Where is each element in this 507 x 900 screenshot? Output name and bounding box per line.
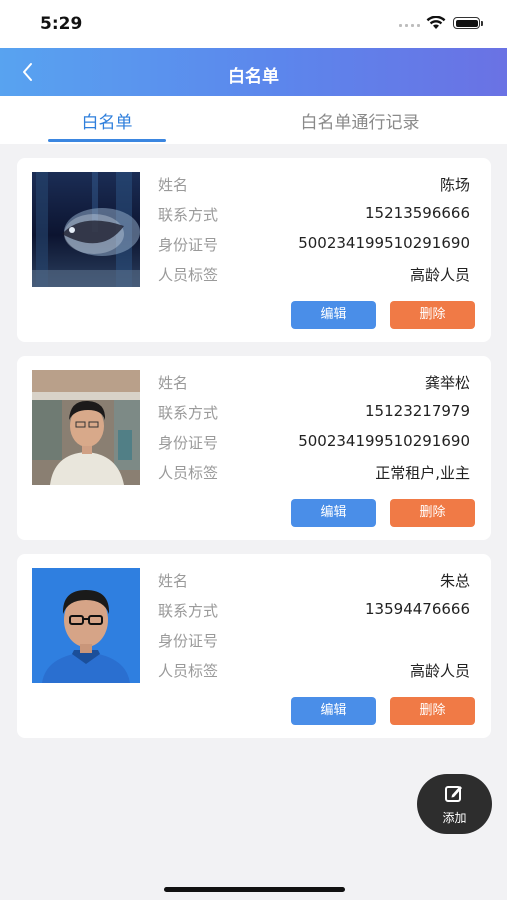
person-photo — [32, 172, 140, 287]
status-bar: 5:29 — [0, 0, 507, 48]
delete-button[interactable]: 删除 — [390, 697, 475, 725]
phone-label: 联系方式 — [158, 602, 219, 620]
tags-label: 人员标签 — [158, 464, 219, 482]
id-number-row: 身份证号 — [158, 630, 470, 652]
phone-value: 15123217979 — [365, 402, 470, 420]
person-card: 姓名 龚举松 联系方式 15123217979 身份证号 50023419951… — [17, 356, 491, 540]
edit-icon — [445, 786, 462, 802]
status-time: 5:29 — [40, 14, 83, 34]
name-label: 姓名 — [158, 374, 189, 392]
tab-bar: 白名单 白名单通行记录 — [0, 96, 507, 144]
id-number-row: 身份证号 500234199510291690 — [158, 432, 470, 454]
tags-row: 人员标签 高龄人员 — [158, 264, 470, 286]
name-row: 姓名 陈场 — [158, 174, 470, 196]
tags-value: 高龄人员 — [409, 662, 470, 680]
battery-icon — [453, 17, 483, 29]
add-button[interactable]: 添加 — [417, 774, 492, 834]
tags-label: 人员标签 — [158, 662, 219, 680]
person-photo — [32, 370, 140, 485]
wifi-icon — [426, 16, 446, 29]
edit-button[interactable]: 编辑 — [291, 301, 376, 329]
add-button-label: 添加 — [442, 811, 467, 825]
tags-label: 人员标签 — [158, 266, 219, 284]
tags-value: 正常租户,业主 — [375, 464, 470, 482]
nav-bar: 白名单 — [0, 48, 507, 96]
page-title: 白名单 — [228, 67, 279, 87]
tab-whitelist-access-records[interactable]: 白名单通行记录 — [275, 108, 445, 133]
id-number-value: 500234199510291690 — [298, 234, 470, 252]
name-label: 姓名 — [158, 572, 189, 590]
phone-label: 联系方式 — [158, 404, 219, 422]
name-value: 朱总 — [439, 572, 470, 590]
name-value: 陈场 — [439, 176, 470, 194]
tags-value: 高龄人员 — [409, 266, 470, 284]
delete-button[interactable]: 删除 — [390, 499, 475, 527]
person-card: 姓名 朱总 联系方式 13594476666 身份证号 人员标签 高龄人员 编辑… — [17, 554, 491, 738]
phone-label: 联系方式 — [158, 206, 219, 224]
name-label: 姓名 — [158, 176, 189, 194]
phone-value: 15213596666 — [365, 204, 470, 222]
person-card: 姓名 陈场 联系方式 15213596666 身份证号 500234199510… — [17, 158, 491, 342]
tags-row: 人员标签 正常租户,业主 — [158, 462, 470, 484]
home-indicator — [164, 887, 345, 892]
phone-row: 联系方式 15123217979 — [158, 402, 470, 424]
phone-value: 13594476666 — [365, 600, 470, 618]
tags-row: 人员标签 高龄人员 — [158, 660, 470, 682]
name-row: 姓名 龚举松 — [158, 372, 470, 394]
id-number-label: 身份证号 — [158, 434, 219, 452]
id-number-label: 身份证号 — [158, 632, 219, 650]
active-tab-indicator — [48, 139, 166, 142]
id-number-value: 500234199510291690 — [298, 432, 470, 450]
edit-button[interactable]: 编辑 — [291, 499, 376, 527]
name-value: 龚举松 — [424, 374, 470, 392]
cellular-signal-icon — [399, 24, 420, 27]
delete-button[interactable]: 删除 — [390, 301, 475, 329]
id-number-label: 身份证号 — [158, 236, 219, 254]
edit-button[interactable]: 编辑 — [291, 697, 376, 725]
person-photo — [32, 568, 140, 683]
id-number-row: 身份证号 500234199510291690 — [158, 234, 470, 256]
phone-row: 联系方式 15213596666 — [158, 204, 470, 226]
phone-row: 联系方式 13594476666 — [158, 600, 470, 622]
name-row: 姓名 朱总 — [158, 570, 470, 592]
tab-whitelist[interactable]: 白名单 — [48, 108, 166, 133]
